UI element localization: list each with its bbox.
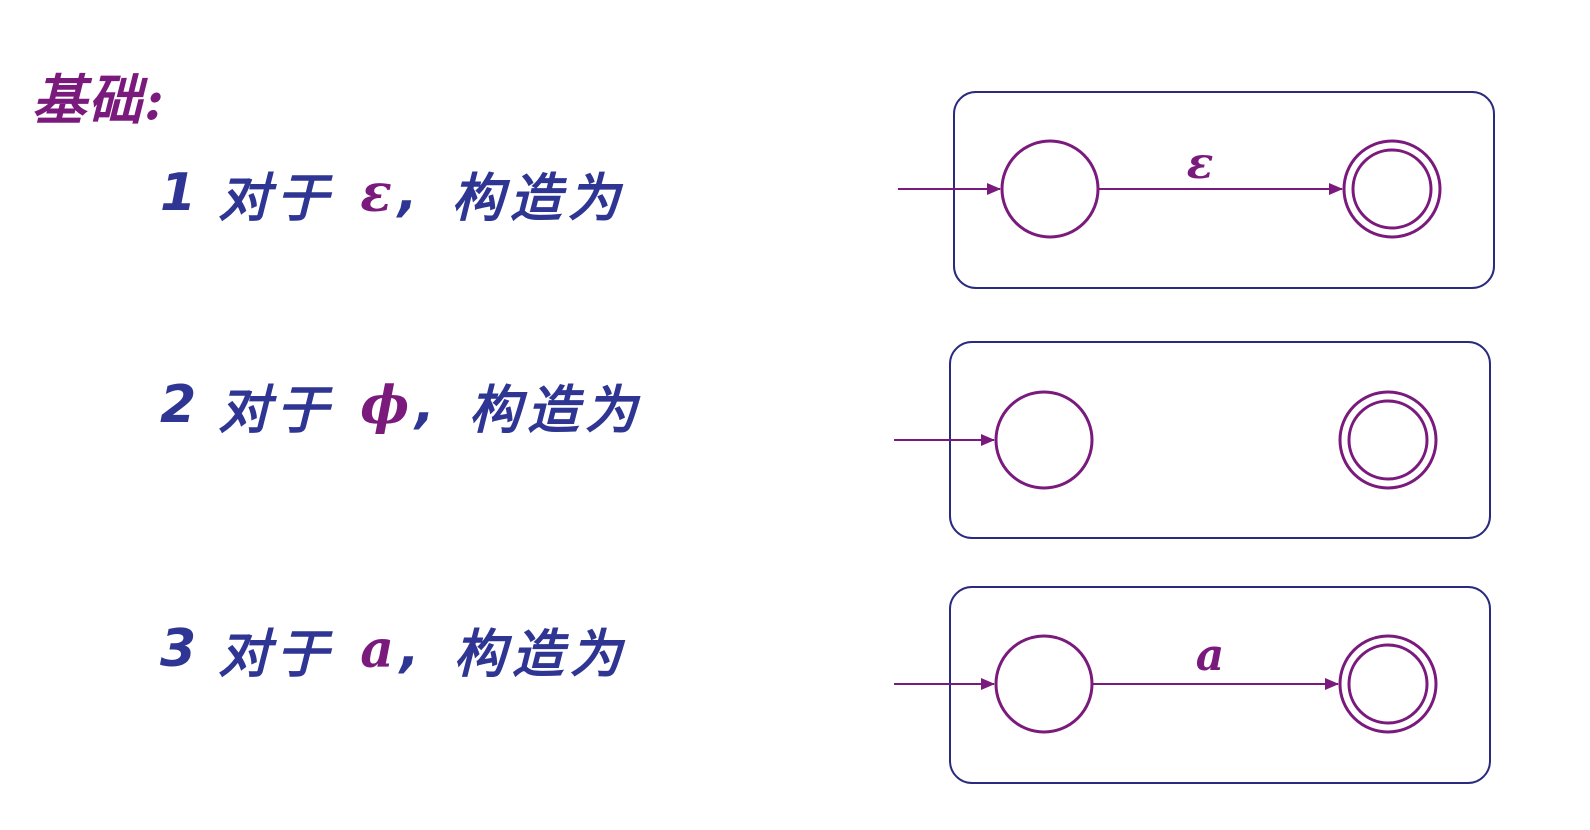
nfa-diagrams: ε a — [894, 91, 1495, 784]
transition-label: a — [1196, 630, 1225, 681]
initial-state — [1000, 139, 1100, 239]
transition-label: ε — [1187, 138, 1214, 189]
final-state-inner — [1347, 399, 1429, 481]
final-state-inner — [1347, 643, 1429, 725]
final-state-inner — [1351, 148, 1433, 230]
initial-state — [994, 634, 1094, 734]
initial-state — [994, 390, 1094, 490]
automaton-epsilon: ε — [898, 91, 1495, 289]
automaton-symbol-a: a — [894, 586, 1491, 784]
automaton-empty-set — [894, 341, 1491, 539]
